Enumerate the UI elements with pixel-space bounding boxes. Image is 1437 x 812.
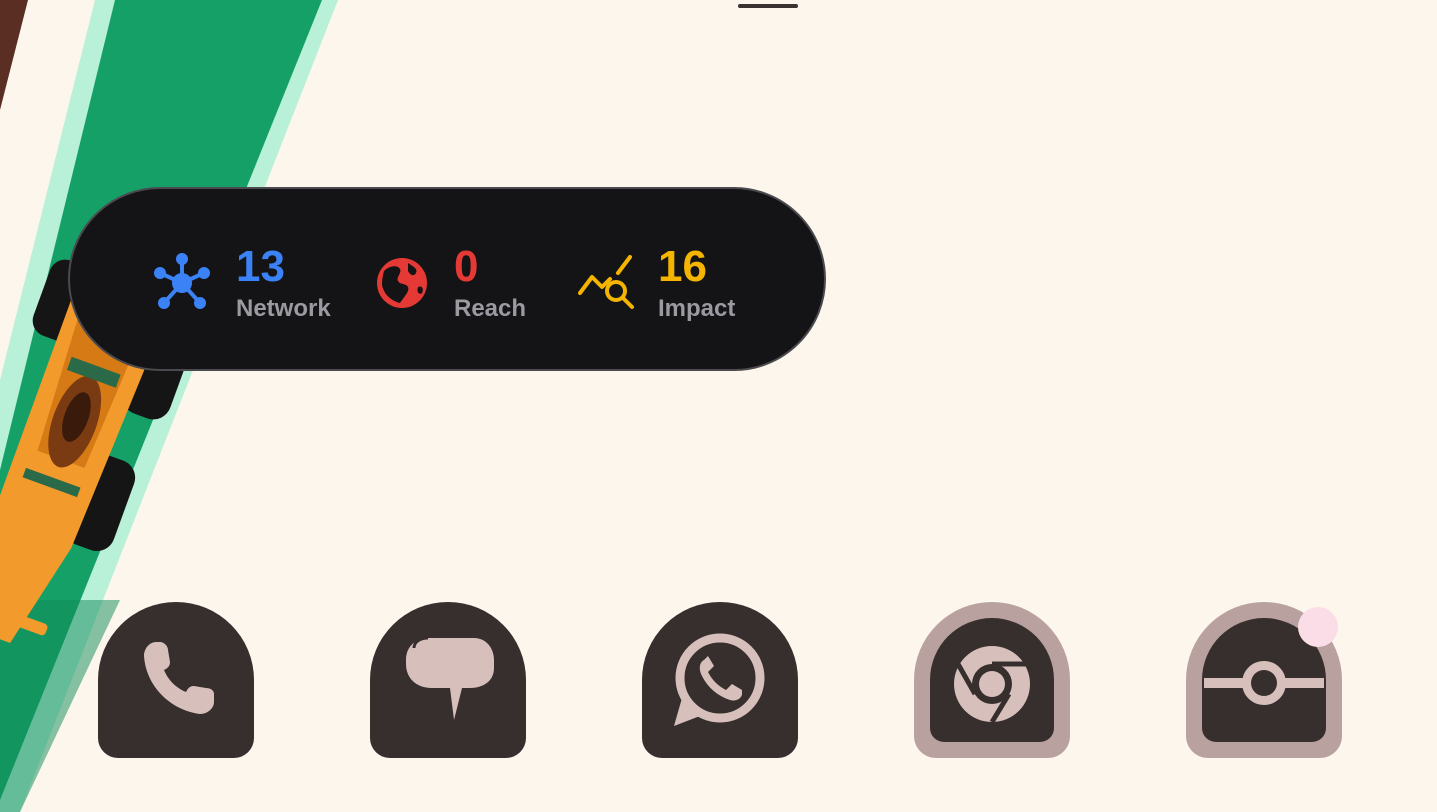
stat-reach-value: 0 (454, 242, 479, 291)
network-icon (154, 253, 210, 309)
dock-app-messages[interactable] (370, 602, 526, 758)
stats-widget[interactable]: 13 Network 0 Reach 16 Impact (68, 187, 826, 371)
dock-app-phone[interactable] (98, 602, 254, 758)
phone-icon (144, 642, 214, 714)
top-handle (738, 4, 798, 8)
stat-network-label: Network (236, 295, 331, 322)
trend-search-icon (578, 255, 634, 309)
stat-network[interactable]: 13 Network (150, 189, 340, 373)
stat-network-value: 13 (236, 242, 285, 291)
stat-reach[interactable]: 0 Reach (374, 189, 544, 373)
stat-impact[interactable]: 16 Impact (578, 189, 768, 373)
stat-impact-label: Impact (658, 295, 736, 322)
dock-app-chrome[interactable] (914, 602, 1070, 758)
whatsapp-icon (674, 633, 765, 726)
notification-badge (1298, 607, 1338, 647)
stat-reach-label: Reach (454, 295, 527, 322)
globe-icon (377, 258, 427, 308)
stat-impact-value: 16 (658, 242, 707, 291)
dock-app-whatsapp[interactable] (642, 602, 798, 758)
chat-bubble-icon (406, 636, 494, 720)
wallpaper-dark-corner (0, 0, 28, 110)
chrome-icon (954, 646, 1030, 724)
